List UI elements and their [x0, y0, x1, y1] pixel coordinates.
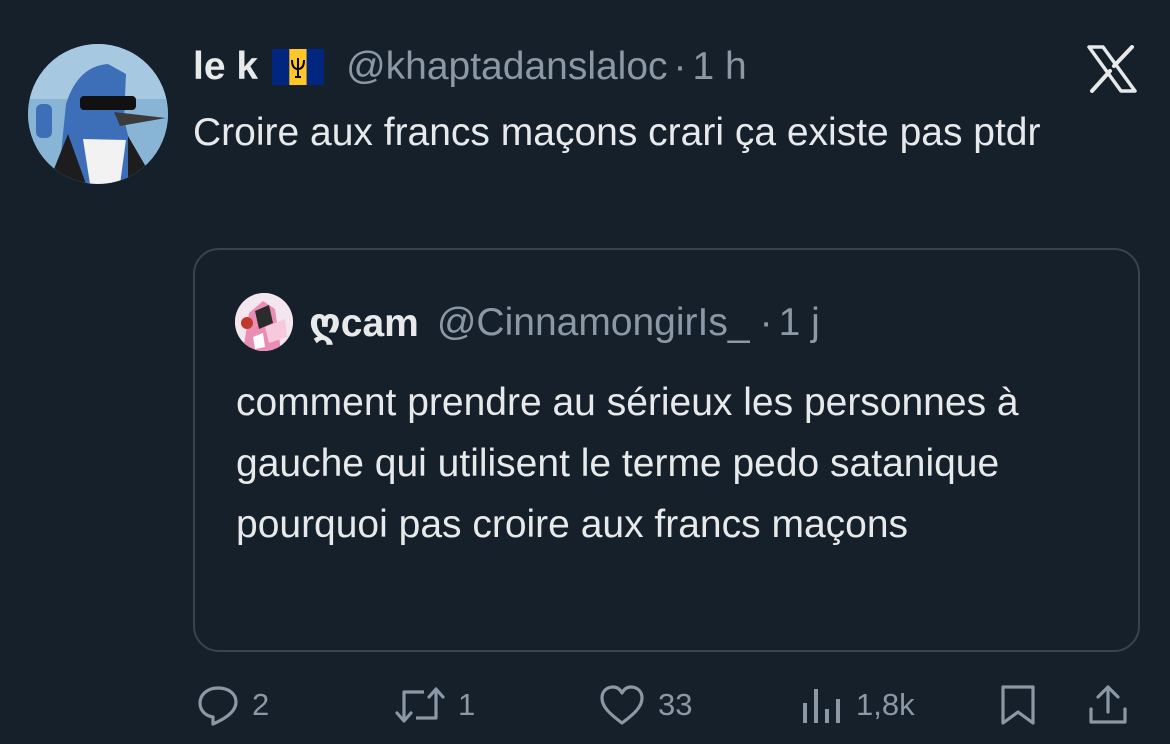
reply-count: 2 [252, 687, 270, 722]
quoted-tweet-text: comment prendre au sérieux les personnes… [236, 381, 1019, 546]
x-logo-icon [1086, 45, 1138, 93]
quoted-author-display-name[interactable]: ღcam [309, 301, 419, 346]
author-handle[interactable]: @khaptadanslaloc [346, 45, 667, 89]
views-count: 1,8k [856, 687, 915, 722]
author-avatar[interactable] [28, 44, 168, 184]
quoted-tweet[interactable]: ღcam @CinnamongirIs_ · 1 j comment prend… [193, 248, 1140, 652]
like-count: 33 [658, 687, 693, 722]
bookmark-button[interactable] [998, 680, 1038, 730]
tweet-timestamp[interactable]: 1 h [693, 45, 747, 89]
heart-icon [598, 683, 646, 727]
quoted-meta-separator: · [759, 301, 773, 344]
bookmark-icon [998, 683, 1038, 727]
quoted-tweet-timestamp[interactable]: 1 j [779, 301, 820, 345]
share-icon [1086, 683, 1130, 727]
reply-icon [196, 683, 240, 727]
quoted-author-avatar[interactable] [235, 293, 293, 351]
views-button[interactable]: 1,8k [800, 680, 915, 730]
retweet-button[interactable]: 1 [394, 680, 475, 730]
retweet-icon [394, 683, 446, 727]
quoted-avatar-image [235, 293, 293, 351]
avatar-image [28, 44, 168, 184]
quoted-tweet-header: ღcam @CinnamongirIs_ · 1 j [309, 294, 820, 352]
like-button[interactable]: 33 [598, 680, 692, 730]
quoted-author-handle[interactable]: @CinnamongirIs_ [437, 301, 750, 345]
tweet-header: le k @khaptadanslaloc · 1 h [193, 40, 747, 94]
author-display-name[interactable]: le k [193, 45, 258, 89]
meta-separator: · [673, 45, 687, 88]
tweet-text: Croire aux francs maçons crari ça existe… [193, 111, 1041, 154]
retweet-count: 1 [458, 687, 476, 722]
barbados-flag-icon [272, 49, 325, 85]
share-button[interactable] [1086, 680, 1130, 730]
reply-button[interactable]: 2 [196, 680, 269, 730]
views-icon [800, 683, 844, 727]
